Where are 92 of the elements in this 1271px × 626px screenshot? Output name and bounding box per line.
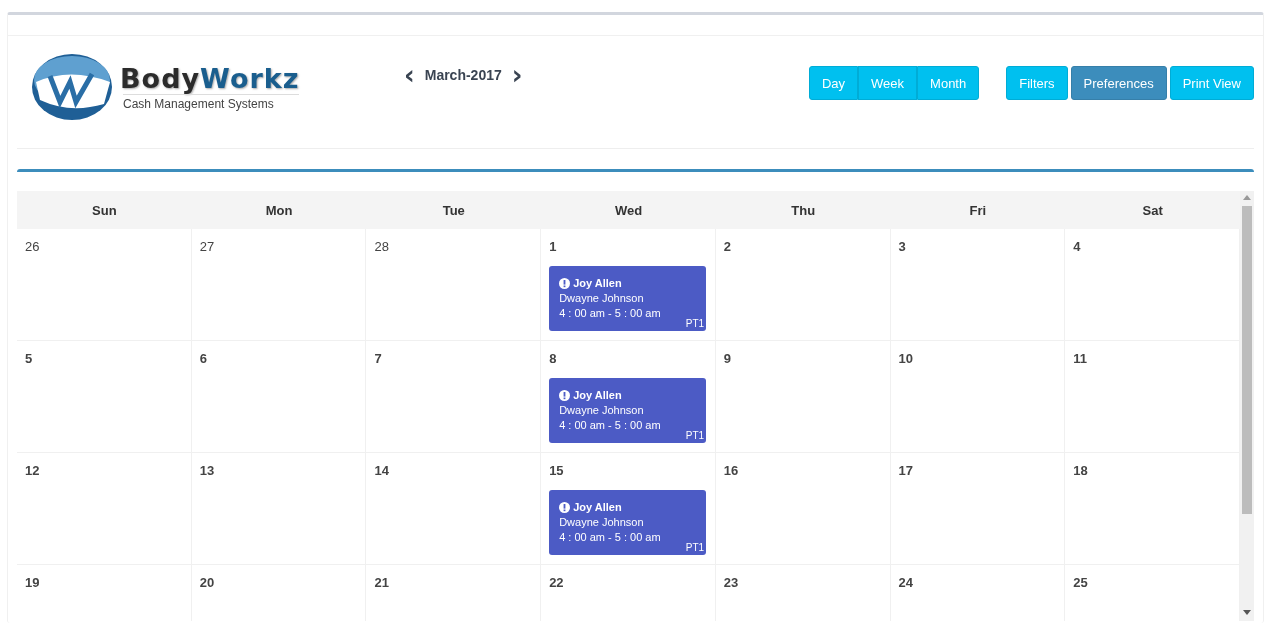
day-cell[interactable]: 18 (1065, 453, 1240, 565)
logo-wordmark: BodyWorkz (120, 63, 300, 94)
event-title: Joy Allen (573, 388, 622, 403)
scrollbar-thumb[interactable] (1242, 206, 1252, 514)
previous-month-button[interactable]: ‹ (400, 65, 419, 85)
day-number: 4 (1073, 239, 1082, 254)
day-cell[interactable]: 7 (366, 341, 542, 453)
weekday-header: Wed (541, 191, 716, 229)
day-cell[interactable]: 4 (1065, 229, 1240, 341)
day-cell[interactable]: 10 (890, 341, 1066, 453)
logo-icon (30, 52, 114, 122)
event-time: 4 : 00 am - 5 : 00 am (559, 530, 662, 545)
scrollbar[interactable] (1240, 191, 1254, 621)
day-number: 12 (25, 463, 41, 478)
day-cell[interactable]: 27 (191, 229, 367, 341)
day-number: 18 (1073, 463, 1089, 478)
alert-icon (559, 278, 571, 289)
day-cell[interactable]: 15 Joy Allen Dwayne Johnson 4 : 00 am - 5 : 00 am PT1 (541, 453, 716, 565)
month-label: March-2017 (424, 67, 502, 83)
day-cell[interactable]: 13 (191, 453, 367, 565)
day-number: 13 (199, 463, 216, 478)
day-number: 6 (199, 351, 208, 366)
day-number: 26 (25, 239, 41, 254)
day-number: 2 (723, 239, 733, 254)
day-cell[interactable]: 5 (17, 341, 192, 453)
weekday-header: Thu (715, 191, 891, 229)
day-cell[interactable]: 28 (366, 229, 542, 341)
day-number: 8 (549, 351, 558, 366)
day-cell[interactable]: 14 (366, 453, 542, 565)
day-number: 11 (1073, 351, 1089, 366)
day-cell[interactable]: 1 Joy Allen Dwayne Johnson 4 : 00 am - 5 : 00 am PT1 (541, 229, 716, 341)
day-number: 3 (898, 239, 907, 254)
event-person: Dwayne Johnson (559, 403, 645, 418)
day-cell[interactable]: 8 Joy Allen Dwayne Johnson 4 : 00 am - 5 : 00 am PT1 (541, 341, 716, 453)
weekday-header: Sat (1065, 191, 1240, 229)
event-time: 4 : 00 am - 5 : 00 am (559, 306, 662, 321)
event-title: Joy Allen (573, 500, 622, 515)
event-title: Joy Allen (573, 276, 622, 291)
scroll-down-icon[interactable] (1243, 610, 1251, 615)
weekday-header: Tue (366, 191, 542, 229)
day-cell[interactable]: 12 (17, 453, 192, 565)
day-cell[interactable]: 6 (191, 341, 367, 453)
day-number: 9 (723, 351, 733, 366)
day-number: 21 (374, 575, 390, 590)
alert-icon (559, 502, 571, 513)
event-person: Dwayne Johnson (559, 291, 645, 306)
scroll-up-icon[interactable] (1243, 195, 1251, 200)
day-cell[interactable]: 25 (1065, 565, 1240, 621)
event-code: PT1 (685, 429, 705, 443)
day-number: 15 (549, 463, 565, 478)
day-cell[interactable]: 3 (890, 229, 1066, 341)
event-card[interactable]: Joy Allen Dwayne Johnson 4 : 00 am - 5 : 00 am PT1 (549, 266, 707, 331)
day-number: 25 (1073, 575, 1089, 590)
day-cell[interactable]: 11 (1065, 341, 1240, 453)
day-number: 24 (898, 575, 915, 590)
toolbar-button[interactable]: Preferences (1070, 66, 1167, 100)
weekday-header: Sun (17, 191, 192, 229)
day-number: 17 (898, 463, 915, 478)
day-cell[interactable]: 17 (890, 453, 1066, 565)
day-cell[interactable]: 19 (17, 565, 192, 621)
day-cell[interactable]: 20 (191, 565, 367, 621)
day-cell[interactable]: 16 (715, 453, 891, 565)
day-cell[interactable]: 22 (541, 565, 716, 621)
weekday-header: Fri (890, 191, 1066, 229)
event-time: 4 : 00 am - 5 : 00 am (559, 418, 662, 433)
day-cell[interactable]: 24 (890, 565, 1066, 621)
day-number: 5 (25, 351, 34, 366)
day-cell[interactable]: 2 (715, 229, 891, 341)
event-card[interactable]: Joy Allen Dwayne Johnson 4 : 00 am - 5 : 00 am PT1 (549, 490, 707, 555)
day-cell[interactable]: 26 (17, 229, 192, 341)
day-number: 19 (25, 575, 41, 590)
day-cell[interactable]: 23 (715, 565, 891, 621)
next-month-button[interactable]: › (507, 65, 527, 85)
day-number: 14 (374, 463, 390, 478)
day-number: 7 (374, 351, 383, 366)
day-number: 16 (723, 463, 740, 478)
day-number: 22 (549, 575, 565, 590)
day-cell[interactable]: 9 (715, 341, 891, 453)
event-card[interactable]: Joy Allen Dwayne Johnson 4 : 00 am - 5 : 00 am PT1 (549, 378, 707, 443)
day-number: 10 (898, 351, 915, 366)
event-person: Dwayne Johnson (559, 515, 645, 530)
alert-icon (559, 390, 571, 401)
day-number: 1 (549, 239, 558, 254)
day-number: 27 (199, 239, 216, 254)
day-number: 28 (374, 239, 390, 254)
day-number: 23 (723, 575, 740, 590)
event-code: PT1 (685, 317, 705, 331)
event-code: PT1 (685, 541, 705, 555)
day-cell[interactable]: 21 (366, 565, 542, 621)
logo-tagline: Cash Management Systems (123, 94, 300, 111)
day-number: 20 (199, 575, 216, 590)
weekday-header: Mon (191, 191, 367, 229)
